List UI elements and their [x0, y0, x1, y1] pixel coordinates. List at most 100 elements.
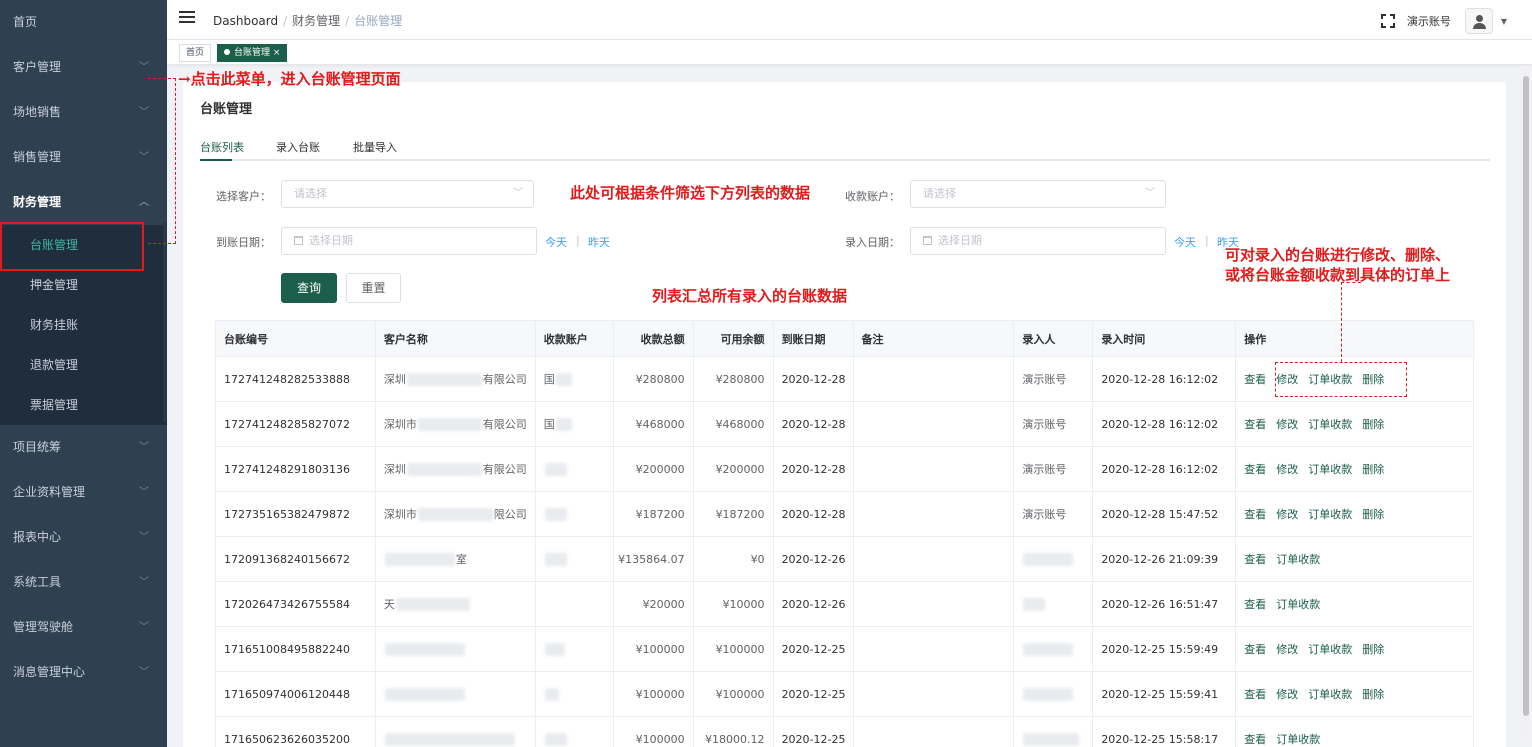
column-header: 可用余额	[693, 321, 774, 357]
entry-time-cell: 2020-12-26 21:09:39	[1093, 537, 1237, 582]
sidebar-item-projects[interactable]: 项目统筹 ﹀	[0, 425, 167, 470]
actions-cell: 查看 订单收款	[1236, 537, 1474, 582]
view-link[interactable]: 查看	[1244, 686, 1266, 702]
reset-button[interactable]: 重置	[346, 273, 401, 303]
sidebar-item-label: 项目统筹	[13, 440, 62, 454]
view-link[interactable]: 查看	[1244, 596, 1266, 612]
customer-select[interactable]: 请选择 ﹀	[281, 180, 534, 208]
sidebar-subitem-invoice[interactable]: 票据管理	[0, 385, 167, 425]
account-cell	[535, 582, 614, 627]
order-receipt-link[interactable]: 订单收款	[1308, 416, 1352, 432]
redacted-text	[544, 732, 567, 746]
sidebar-item-customers[interactable]: 客户管理 ﹀	[0, 45, 167, 90]
entry-date-picker[interactable]: 选择日期	[910, 227, 1166, 255]
view-link[interactable]: 查看	[1244, 416, 1266, 432]
scrollbar-thumb[interactable]	[1523, 76, 1529, 716]
balance-cell: ¥200000	[693, 447, 774, 492]
view-link[interactable]: 查看	[1244, 731, 1266, 747]
close-icon[interactable]: ×	[273, 48, 281, 58]
page-scrollbar[interactable]	[1522, 66, 1530, 742]
chevron-down-icon: ﹀	[139, 622, 149, 633]
tab-ledger-list[interactable]: 台账列表	[200, 139, 244, 155]
view-link[interactable]: 查看	[1244, 461, 1266, 477]
arrive-date-cell: 2020-12-26	[773, 537, 854, 582]
sidebar-item-company-info[interactable]: 企业资料管理 ﹀	[0, 470, 167, 515]
arrive-today-link[interactable]: 今天	[545, 234, 567, 250]
arrive-date-picker[interactable]: 选择日期	[281, 227, 537, 255]
operator-name: 演示账号	[1022, 463, 1067, 476]
caret-down-icon[interactable]: ▼	[1501, 17, 1507, 26]
sidebar-subitem-deposit[interactable]: 押金管理	[0, 265, 167, 305]
hamburger-icon[interactable]	[179, 11, 195, 25]
delete-link[interactable]: 删除	[1362, 416, 1384, 432]
breadcrumb-current: 台账管理	[354, 14, 403, 28]
sidebar-scrollbar[interactable]	[163, 222, 167, 422]
account-select[interactable]: 请选择 ﹀	[910, 180, 1166, 208]
sidebar-item-cockpit[interactable]: 管理驾驶舱 ﹀	[0, 605, 167, 650]
total-amount-cell: ¥280800	[613, 357, 694, 402]
tab-add-ledger[interactable]: 录入台账	[276, 139, 320, 155]
annotation-ops-hint-2: 或将台账金额收款到具体的订单上	[1225, 266, 1451, 284]
entry-time-cell: 2020-12-25 15:58:17	[1093, 717, 1237, 747]
annotation-menu-line	[148, 78, 176, 244]
sidebar-item-home[interactable]: 首页	[0, 0, 167, 45]
actions-cell: 查看 修改 订单收款 删除	[1236, 627, 1474, 672]
page-title: 台账管理	[200, 102, 253, 117]
sidebar-subitem-credit[interactable]: 财务挂账	[0, 305, 167, 345]
delete-link[interactable]: 删除	[1362, 641, 1384, 657]
customer-name-head: 天	[383, 598, 395, 611]
view-link[interactable]: 查看	[1244, 371, 1266, 387]
note-cell	[853, 357, 1015, 402]
sidebar-item-tools[interactable]: 系统工具 ﹀	[0, 560, 167, 605]
delete-link[interactable]: 删除	[1362, 506, 1384, 522]
customer-name-tail: 有限公司	[482, 463, 527, 476]
link-separator: |	[576, 234, 580, 247]
tag-ledger[interactable]: 台账管理 ×	[217, 44, 288, 62]
order-receipt-link[interactable]: 订单收款	[1308, 686, 1352, 702]
chevron-down-icon: ﹀	[139, 667, 149, 678]
sidebar-item-finance[interactable]: 财务管理 ︿	[0, 180, 167, 225]
delete-link[interactable]: 删除	[1362, 461, 1384, 477]
tab-batch-import[interactable]: 批量导入	[353, 139, 397, 155]
entry-today-link[interactable]: 今天	[1174, 234, 1196, 250]
view-link[interactable]: 查看	[1244, 641, 1266, 657]
edit-link[interactable]: 修改	[1276, 641, 1298, 657]
operator-cell	[1014, 672, 1094, 717]
edit-link[interactable]: 修改	[1276, 686, 1298, 702]
column-header: 录入人	[1014, 321, 1094, 357]
view-link[interactable]: 查看	[1244, 551, 1266, 567]
redacted-text	[555, 372, 572, 386]
order-receipt-link[interactable]: 订单收款	[1276, 596, 1320, 612]
customer-cell: 深圳 有限公司	[375, 447, 536, 492]
avatar[interactable]	[1464, 8, 1493, 34]
order-receipt-link[interactable]: 订单收款	[1276, 551, 1320, 567]
fullscreen-icon[interactable]	[1380, 14, 1395, 28]
order-receipt-link[interactable]: 订单收款	[1308, 461, 1352, 477]
sidebar-item-reports[interactable]: 报表中心 ﹀	[0, 515, 167, 560]
order-receipt-link[interactable]: 订单收款	[1308, 506, 1352, 522]
order-receipt-link[interactable]: 订单收款	[1308, 641, 1352, 657]
delete-link[interactable]: 删除	[1362, 686, 1384, 702]
edit-link[interactable]: 修改	[1276, 416, 1298, 432]
edit-link[interactable]: 修改	[1276, 461, 1298, 477]
sidebar-item-venue-sales[interactable]: 场地销售 ﹀	[0, 90, 167, 135]
order-receipt-link[interactable]: 订单收款	[1276, 731, 1320, 747]
chevron-down-icon: ﹀	[513, 188, 523, 199]
operator-name: 演示账号	[1022, 373, 1067, 386]
tag-home[interactable]: 首页	[179, 44, 212, 62]
view-link[interactable]: 查看	[1244, 506, 1266, 522]
arrive-yesterday-link[interactable]: 昨天	[588, 234, 610, 250]
sidebar-item-sales[interactable]: 销售管理 ﹀	[0, 135, 167, 180]
table-row: 171650623626035200 ¥100000 ¥18000.12 2020-1…	[216, 717, 1474, 747]
user-name[interactable]: 演示账号	[1407, 13, 1451, 29]
actions-cell: 查看 修改 订单收款 删除	[1236, 402, 1474, 447]
breadcrumb-finance[interactable]: 财务管理	[292, 14, 340, 28]
query-button[interactable]: 查询	[281, 273, 337, 303]
breadcrumb-dashboard[interactable]: Dashboard	[213, 14, 278, 28]
chevron-down-icon: ﹀	[139, 532, 149, 543]
sidebar-subitem-refund[interactable]: 退款管理	[0, 345, 167, 385]
sidebar-item-messages[interactable]: 消息管理中心 ﹀	[0, 650, 167, 695]
edit-link[interactable]: 修改	[1276, 506, 1298, 522]
customer-name-tail: 有限公司	[482, 373, 527, 386]
redacted-text	[1023, 732, 1080, 746]
